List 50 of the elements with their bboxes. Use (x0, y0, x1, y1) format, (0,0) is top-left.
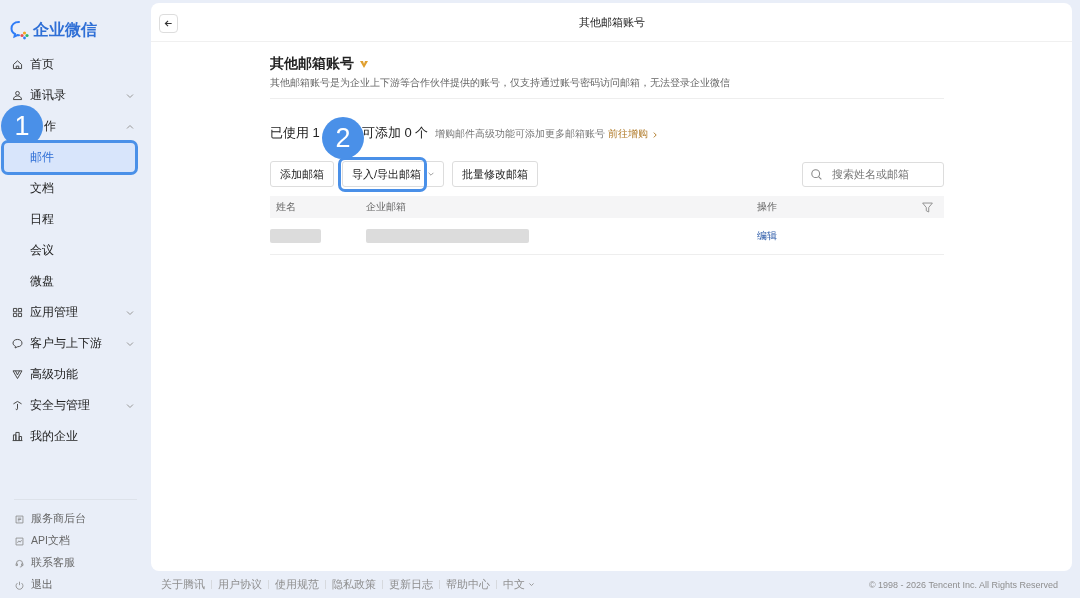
nav-subitem[interactable]: 会议 (4, 235, 137, 266)
apps-icon (11, 306, 24, 319)
nav-item[interactable]: 应用管理 (0, 297, 151, 328)
logout-icon (14, 579, 25, 591)
search-field[interactable]: 搜索姓名或邮箱 (802, 161, 944, 187)
toolbar-button[interactable]: 导入/导出邮箱 (342, 161, 445, 187)
back-button[interactable] (159, 14, 178, 33)
toolbar-button[interactable]: 添加邮箱 (270, 161, 334, 187)
premium-icon (11, 368, 24, 381)
logo-icon (10, 20, 30, 40)
nav-subitem[interactable]: 微盘 (4, 266, 137, 297)
premium-icon (359, 59, 369, 69)
column-header: 操作 (757, 200, 778, 214)
usage-hint: 增购邮件高级功能可添加更多邮箱账号 (435, 128, 606, 141)
edit-link[interactable]: 编辑 (757, 229, 944, 243)
support-icon (14, 557, 25, 569)
column-header: 姓名 (275, 200, 297, 214)
sidebar-link[interactable]: 退出 (14, 574, 137, 596)
home-icon (11, 58, 24, 71)
redacted-bar (270, 229, 321, 243)
console-icon (14, 513, 25, 525)
step-badge: 2 (322, 117, 364, 159)
usage-used: 已使用 1 (270, 124, 320, 142)
purchase-link[interactable]: 前往增购 (608, 128, 660, 141)
page-title: 其他邮箱账号 (270, 55, 354, 73)
brand-name: 企业微信 (33, 19, 97, 40)
api-icon (14, 535, 25, 547)
chevron-right-icon (651, 130, 660, 139)
nav-item[interactable]: 安全与管理 (0, 390, 151, 421)
back-arrow-icon (164, 19, 173, 28)
sidebar-link[interactable]: 联系客服 (14, 552, 137, 574)
contacts-icon (11, 89, 24, 102)
nav-item[interactable]: 客户与上下游 (0, 328, 151, 359)
nav-item[interactable]: 首页 (0, 49, 151, 80)
nav-subitem[interactable]: 日程 (4, 204, 137, 235)
column-header: 企业邮箱 (366, 200, 407, 214)
sidebar-link[interactable]: 服务商后台 (14, 508, 137, 530)
nav-item[interactable]: 高级功能 (0, 359, 151, 390)
company-icon (11, 430, 24, 443)
usage-available: 可添加 0 个 (361, 124, 429, 142)
caret-icon (528, 581, 535, 588)
toolbar-button[interactable]: 批量修改邮箱 (452, 161, 539, 187)
nav-subitem[interactable]: 文档 (4, 173, 137, 204)
nav-item[interactable]: 作 (44, 111, 151, 142)
sidebar-link[interactable]: API文档 (14, 530, 137, 552)
page-description: 其他邮箱账号是为企业上下游等合作伙伴提供的账号，仅支持通过账号密码访问邮箱，无法登录企业微信 (270, 76, 944, 99)
copyright: © 1998 - 2026 Tencent Inc. All Rights Reserved (868, 579, 1058, 590)
nav-item[interactable]: 我的企业 (0, 421, 151, 452)
chat-icon (11, 337, 24, 350)
header-title: 其他邮箱账号 (578, 14, 645, 30)
